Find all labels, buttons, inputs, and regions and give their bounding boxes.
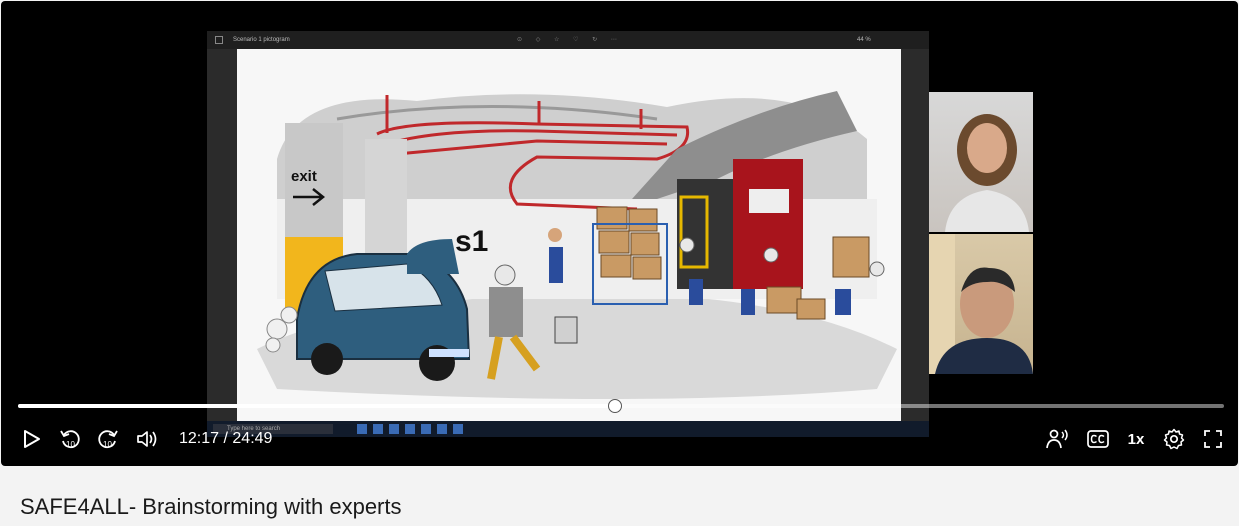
- current-time: 12:17: [179, 430, 220, 447]
- gear-icon: [1163, 428, 1185, 450]
- zoom-level: 44 %: [857, 37, 871, 43]
- rewind-10-button[interactable]: 10: [57, 427, 83, 451]
- play-button[interactable]: [19, 427, 45, 451]
- toolbar-icons: ⊙ ◇ ☆ ♡ ↻ ⋯: [517, 37, 623, 43]
- exit-sign-text: exit: [291, 168, 317, 185]
- progress-bar[interactable]: [18, 399, 1224, 413]
- forward-10-button[interactable]: 10: [95, 427, 121, 451]
- video-player[interactable]: Scenario 1 pictogram ⊙ ◇ ☆ ♡ ↻ ⋯ 44 % ex…: [1, 1, 1238, 466]
- progress-played: [18, 404, 615, 408]
- audio-description-button[interactable]: [1045, 427, 1071, 451]
- volume-icon: [137, 431, 157, 447]
- participant-video-1: [929, 92, 1033, 232]
- s1-sign-text: s1: [455, 225, 488, 258]
- forward-10-icon: 10: [98, 430, 118, 449]
- screen-titlebar: Scenario 1 pictogram ⊙ ◇ ☆ ♡ ↻ ⋯ 44 %: [207, 31, 929, 49]
- shared-screen: Scenario 1 pictogram ⊙ ◇ ☆ ♡ ↻ ⋯ 44 % ex…: [207, 31, 929, 437]
- taskbar-apps: [357, 424, 469, 436]
- play-icon: [24, 430, 40, 448]
- playback-speed-button[interactable]: 1x: [1123, 427, 1149, 451]
- settings-button[interactable]: [1161, 427, 1187, 451]
- video-title: SAFE4ALL- Brainstorming with experts: [20, 494, 402, 519]
- time-display: 12:17 / 24:49: [179, 430, 272, 448]
- volume-button[interactable]: [134, 427, 160, 451]
- windows-taskbar: Type here to search: [207, 421, 929, 437]
- screen-window-title: Scenario 1 pictogram: [233, 37, 290, 43]
- illustration: exit s1: [237, 49, 901, 421]
- duration: 24:49: [232, 430, 273, 447]
- captions-button[interactable]: [1085, 427, 1111, 451]
- svg-text:10: 10: [66, 440, 75, 449]
- fullscreen-button[interactable]: [1200, 427, 1226, 451]
- time-separator: /: [219, 430, 233, 447]
- rewind-10-icon: 10: [60, 430, 80, 449]
- participant-video-2: [929, 234, 1033, 374]
- svg-text:10: 10: [103, 440, 112, 449]
- progress-thumb[interactable]: [607, 399, 622, 413]
- audio-description-icon: [1046, 429, 1068, 449]
- parking-garage-illustration: exit s1: [257, 91, 897, 399]
- captions-icon: [1087, 430, 1109, 448]
- fullscreen-icon: [1204, 430, 1222, 448]
- app-icon: [215, 36, 223, 44]
